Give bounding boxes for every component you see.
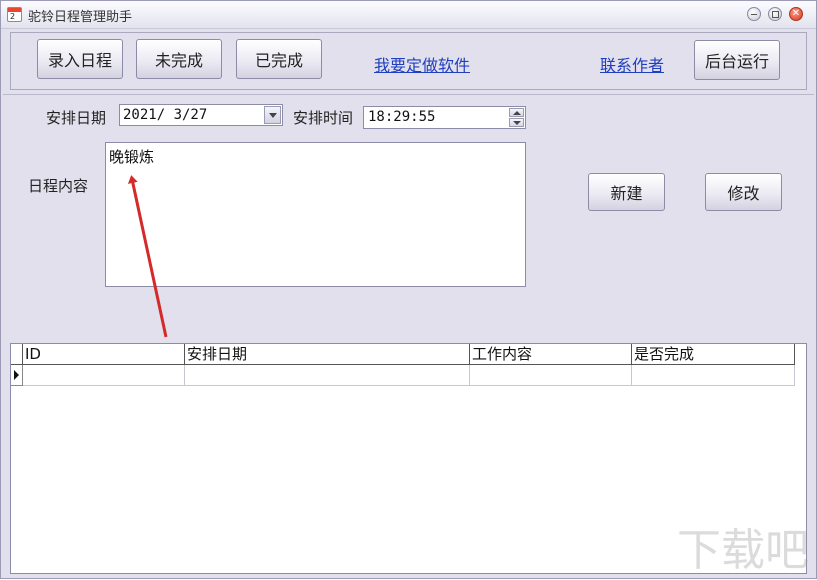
watermark-text: 下载吧 (677, 525, 809, 576)
watermark-logo: 下载吧 (677, 525, 809, 576)
app-window: 2 驼铃日程管理助手 ✕ 录入日程 未完成 已完成 我要定做软件 联系作者 后台… (0, 0, 817, 579)
arrow-line (127, 175, 168, 338)
annotation-arrow (127, 175, 168, 338)
